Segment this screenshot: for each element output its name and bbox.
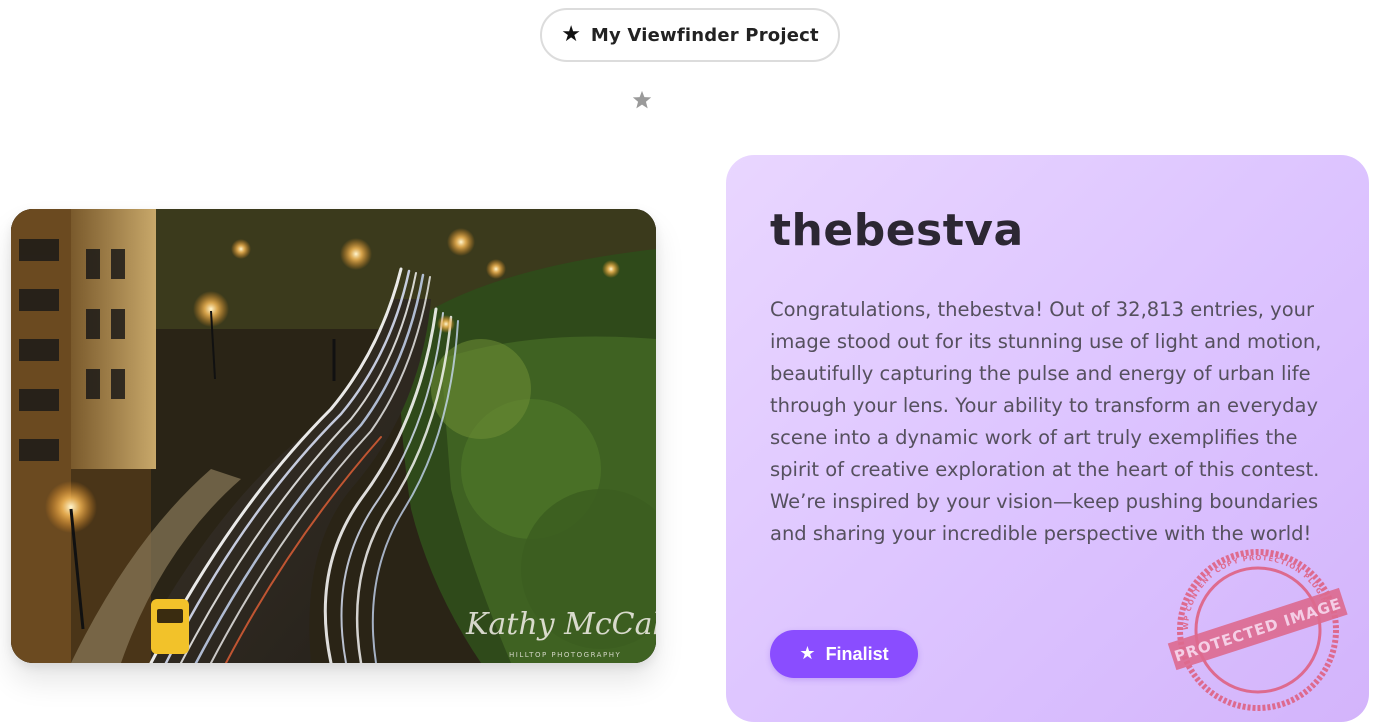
winner-message: Congratulations, thebestva! Out of 32,81… [770, 298, 1322, 545]
winner-name: thebestva [770, 205, 1024, 256]
my-viewfinder-project-button[interactable]: ★ My Viewfinder Project [540, 8, 840, 62]
protected-image-stamp: WP CONTENT COPY PROTECTION PLUGIN PROTEC… [1167, 549, 1348, 711]
photo-signature-subtitle: HILLTOP PHOTOGRAPHY [509, 651, 621, 659]
stamp-main-text: PROTECTED IMAGE [1172, 594, 1344, 665]
photo-signature: Kathy McCabe [465, 607, 656, 642]
winner-panel: thebestva Congratulations, thebestva! Ou… [726, 155, 1369, 722]
star-icon: ★ [561, 22, 581, 47]
page: ★ My Viewfinder Project Kathy McCa HILLT… [0, 0, 1379, 727]
finalist-badge[interactable]: ★ Finalist [770, 630, 918, 678]
star-icon: ★ [799, 643, 816, 664]
divider-star-icon [632, 90, 652, 109]
finalist-label: Finalist [825, 643, 889, 664]
winning-photo: Kathy McCabe HILLTOP PHOTOGRAPHY [11, 209, 656, 663]
project-label: My Viewfinder Project [590, 24, 819, 46]
photo-illustration: Kathy McCabe HILLTOP PHOTOGRAPHY [11, 209, 656, 663]
